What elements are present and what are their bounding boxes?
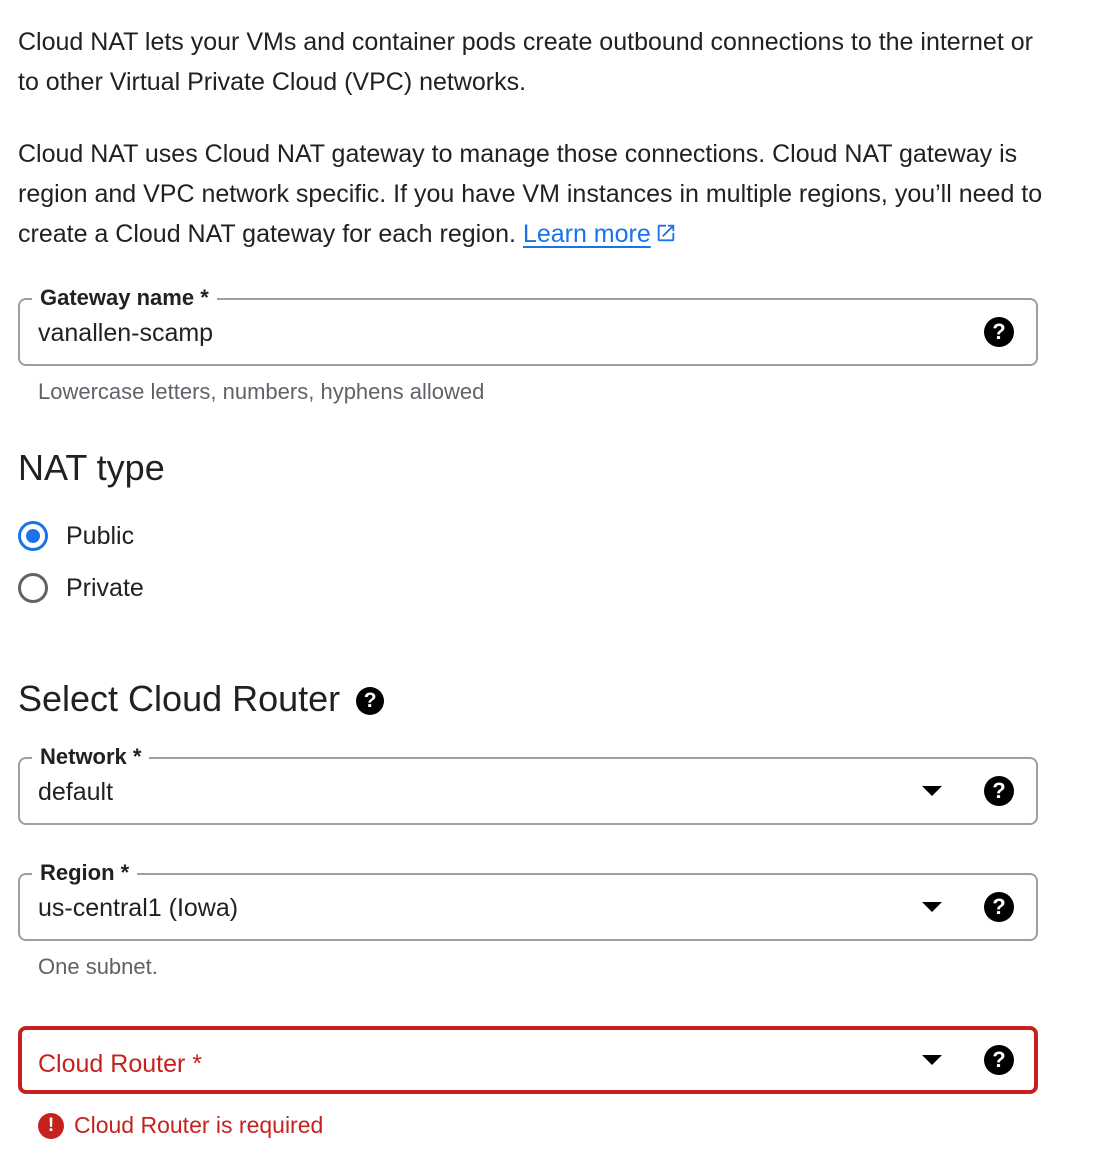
intro-paragraph-1: Cloud NAT lets your VMs and container po… [18, 28, 1033, 96]
cloud-router-section-help-icon[interactable]: ? [356, 687, 385, 715]
network-value: default [38, 778, 114, 806]
cloud-router-dropdown-arrow-icon[interactable] [922, 1055, 942, 1065]
nat-type-public-option[interactable]: Public [18, 519, 134, 553]
nat-type-private-option[interactable]: Private [18, 571, 144, 605]
select-cloud-router-title: Select Cloud Router [18, 678, 341, 719]
nat-type-heading: NAT type [18, 447, 165, 488]
public-radio-label: Public [66, 521, 135, 550]
region-hint: One subnet. [38, 954, 158, 979]
learn-more-label: Learn more [522, 220, 651, 248]
cloud-router-error-text: Cloud Router is required [74, 1112, 324, 1138]
region-dropdown-arrow-icon[interactable] [922, 902, 942, 912]
network-help-icon[interactable]: ? [984, 776, 1014, 806]
private-radio[interactable] [18, 573, 48, 603]
cloud-router-help-icon[interactable]: ? [984, 1045, 1014, 1075]
gateway-name-hint: Lowercase letters, numbers, hyphens allo… [38, 379, 485, 404]
network-select[interactable]: Network * default ? [18, 742, 1038, 825]
error-icon: ! [38, 1112, 64, 1139]
network-dropdown-arrow-icon[interactable] [922, 786, 942, 796]
region-value: us-central1 (Iowa) [38, 894, 239, 922]
create-nat-gateway-form: Cloud NAT lets your VMs and container po… [0, 0, 1116, 1160]
cloud-router-placeholder: Cloud Router * [38, 1050, 202, 1078]
private-radio-label: Private [66, 573, 144, 602]
gateway-name-help-icon[interactable]: ? [984, 317, 1014, 347]
intro-paragraph-2: Cloud NAT uses Cloud NAT gateway to mana… [18, 134, 1048, 256]
learn-more-link[interactable]: Learn more [523, 220, 651, 248]
region-select[interactable]: Region * us-central1 (Iowa) ? [18, 858, 1038, 941]
region-help-icon[interactable]: ? [984, 892, 1014, 922]
public-radio[interactable] [18, 521, 48, 551]
cloud-router-select[interactable]: Cloud Router * ? [18, 1026, 1038, 1094]
gateway-name-field[interactable]: Gateway name * vanallen-scamp ? [18, 283, 1038, 366]
gateway-name-input[interactable]: vanallen-scamp [38, 300, 213, 364]
external-link-icon[interactable] [655, 216, 677, 256]
select-cloud-router-heading: Select Cloud Router? [18, 677, 385, 721]
cloud-router-error: ! Cloud Router is required [38, 1112, 323, 1139]
